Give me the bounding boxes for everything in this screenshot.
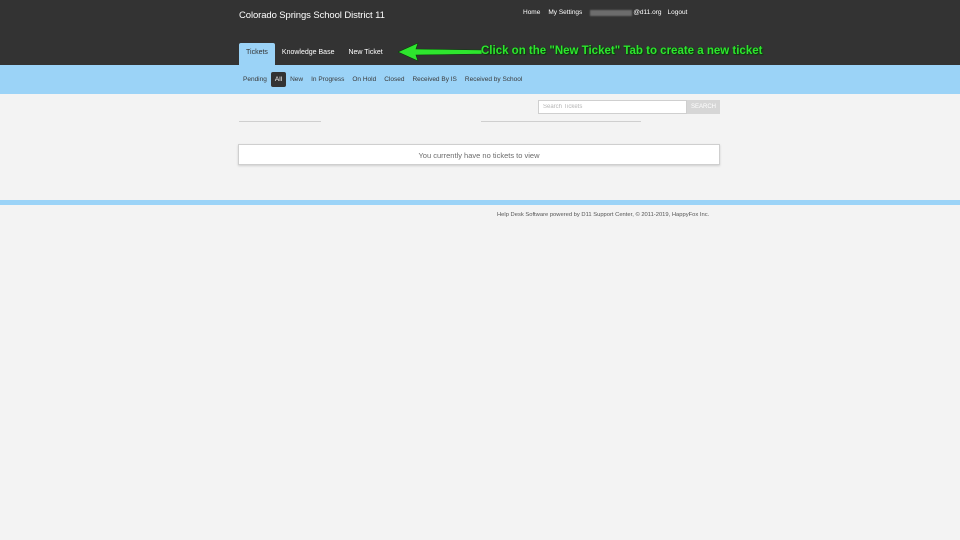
search-input[interactable] [538, 100, 687, 114]
ticket-filters: Pending All New In Progress On Hold Clos… [239, 72, 526, 87]
search-button[interactable]: SEARCH [687, 100, 720, 114]
divider [481, 121, 641, 122]
user-email-domain: @d11.org [633, 9, 662, 16]
brand-title[interactable]: Colorado Springs School District 11 [239, 10, 385, 21]
arrow-left-icon [398, 42, 482, 62]
redacted-email [590, 9, 633, 16]
tab-knowledge-base[interactable]: Knowledge Base [275, 43, 342, 65]
tab-tickets[interactable]: Tickets [239, 43, 275, 65]
footer-credits: Help Desk Software powered by D11 Suppor… [497, 212, 710, 218]
filter-received-by-is[interactable]: Received By IS [408, 73, 460, 86]
my-settings-link[interactable]: My Settings [548, 9, 582, 16]
main-tabs: Tickets Knowledge Base New Ticket [239, 43, 390, 65]
annotation-arrow [398, 42, 482, 62]
top-nav: Home My Settings @d11.org Logout [523, 9, 695, 16]
filter-received-by-school[interactable]: Received by School [461, 73, 526, 86]
filter-all[interactable]: All [270, 72, 287, 87]
home-link[interactable]: Home [523, 9, 540, 16]
filter-on-hold[interactable]: On Hold [348, 73, 380, 86]
logout-link[interactable]: Logout [667, 9, 687, 16]
footer-divider [0, 200, 960, 205]
filter-pending[interactable]: Pending [239, 73, 271, 86]
search-bar: SEARCH [538, 100, 720, 114]
empty-tickets-message: You currently have no tickets to view [238, 144, 720, 165]
tab-new-ticket[interactable]: New Ticket [341, 43, 389, 65]
filter-closed[interactable]: Closed [380, 73, 408, 86]
filter-in-progress[interactable]: In Progress [307, 73, 348, 86]
divider [239, 121, 321, 122]
annotation-text: Click on the "New Ticket" Tab to create … [481, 45, 763, 57]
filter-new[interactable]: New [286, 73, 307, 86]
